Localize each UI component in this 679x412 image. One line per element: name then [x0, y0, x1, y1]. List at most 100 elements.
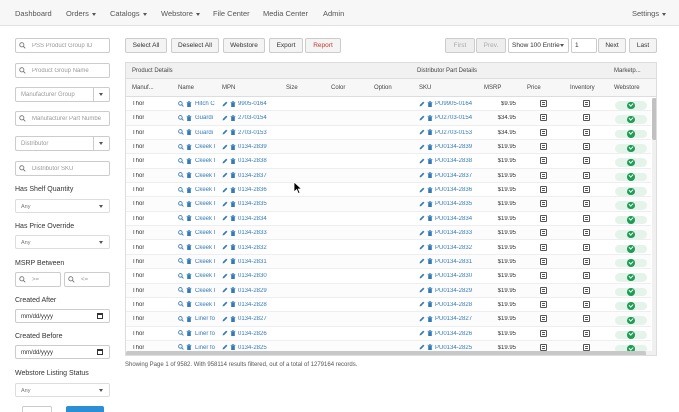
table-row[interactable]: Thor Ckeek I 0134-2828 PU0134-2828 $19.95 — [126, 298, 651, 313]
webstore-status-toggle[interactable] — [615, 187, 647, 196]
pencil-icon[interactable] — [419, 129, 425, 135]
pencil-icon[interactable] — [419, 244, 425, 250]
pencil-icon[interactable] — [222, 158, 228, 164]
calculator-icon[interactable] — [583, 214, 590, 222]
group-name-input[interactable]: Product Group Name — [15, 63, 110, 78]
calculator-icon[interactable] — [583, 286, 590, 294]
table-row[interactable]: Thor Ckeek I 0134-2832 PU0134-2832 $19.95 — [126, 241, 651, 255]
calculator-icon[interactable] — [540, 286, 547, 294]
distributor-sku-input[interactable]: Distributor SKU — [15, 161, 110, 176]
calculator-icon[interactable] — [540, 186, 547, 194]
calculator-icon[interactable] — [583, 157, 590, 165]
cell-sku[interactable]: PU0134-2836 — [435, 187, 472, 193]
trash-icon[interactable] — [230, 115, 236, 121]
export-button[interactable]: Export — [269, 38, 303, 53]
trash-icon[interactable] — [186, 244, 192, 250]
webstore-status-toggle[interactable] — [615, 244, 647, 253]
trash-icon[interactable] — [230, 215, 236, 222]
search-icon[interactable] — [178, 330, 184, 336]
search-icon[interactable] — [178, 215, 184, 222]
table-row[interactable]: Thor Ckeek I 0134-2835 PU0134-2835 $19.95 — [126, 197, 651, 212]
pencil-icon[interactable] — [222, 230, 228, 236]
nav-webstore[interactable]: Webstore — [161, 9, 200, 18]
calculator-icon[interactable] — [540, 128, 547, 136]
calculator-icon[interactable] — [540, 257, 547, 265]
trash-icon[interactable] — [427, 158, 433, 164]
webstore-status-toggle[interactable] — [615, 158, 647, 167]
cell-name[interactable]: Hitch C — [195, 101, 217, 107]
cell-name[interactable]: Ckeek I — [195, 259, 217, 265]
search-icon[interactable] — [178, 244, 184, 250]
col-inventory[interactable]: Inventory — [570, 85, 595, 91]
trash-icon[interactable] — [427, 215, 433, 222]
trash-icon[interactable] — [230, 100, 236, 107]
pencil-icon[interactable] — [419, 316, 425, 322]
search-icon[interactable] — [178, 100, 184, 107]
cell-mpn[interactable]: 0134-2837 — [238, 173, 267, 179]
next-page-button[interactable]: Next — [598, 38, 626, 53]
trash-icon[interactable] — [230, 172, 236, 179]
cell-sku[interactable]: PU0134-2833 — [435, 230, 472, 236]
trash-icon[interactable] — [427, 301, 433, 308]
nav-dashboard[interactable]: Dashboard — [15, 9, 52, 18]
calculator-icon[interactable] — [540, 329, 547, 337]
cell-name[interactable]: Ckeek I — [195, 158, 217, 164]
trash-icon[interactable] — [230, 186, 236, 193]
webstore-button[interactable]: Webstore — [223, 38, 265, 53]
pencil-icon[interactable] — [419, 201, 425, 207]
vertical-scrollbar[interactable] — [652, 98, 656, 353]
trash-icon[interactable] — [186, 215, 192, 222]
trash-icon[interactable] — [427, 186, 433, 193]
pencil-icon[interactable] — [222, 258, 228, 264]
pencil-icon[interactable] — [222, 144, 228, 150]
search-icon[interactable] — [178, 272, 184, 279]
pencil-icon[interactable] — [222, 115, 228, 121]
cell-name[interactable]: Ckeek I — [195, 173, 217, 179]
cell-name[interactable]: Ckeek I — [195, 288, 217, 294]
col-option[interactable]: Option — [374, 85, 392, 91]
distributor-select[interactable]: Distributor — [15, 136, 110, 151]
cell-mpn[interactable]: 0134-2839 — [238, 144, 267, 150]
cell-name[interactable]: Liner fo — [195, 331, 217, 337]
cell-name[interactable]: Ckeek I — [195, 245, 217, 251]
calculator-icon[interactable] — [583, 315, 590, 323]
trash-icon[interactable] — [427, 129, 433, 136]
calendar-icon[interactable] — [97, 349, 103, 355]
calculator-icon[interactable] — [540, 300, 547, 308]
calculator-icon[interactable] — [540, 272, 547, 280]
trash-icon[interactable] — [427, 229, 433, 236]
search-icon[interactable] — [178, 344, 184, 351]
cell-sku[interactable]: PU0134-2835 — [435, 201, 472, 207]
calculator-icon[interactable] — [540, 315, 547, 323]
cell-sku[interactable]: PU0134-2829 — [435, 288, 472, 294]
col-webstore[interactable]: Webstore — [614, 85, 640, 91]
trash-icon[interactable] — [186, 143, 192, 150]
manufacturer-part-input[interactable]: Manufacturer Part Numbe — [15, 111, 110, 126]
webstore-status-toggle[interactable] — [615, 172, 647, 182]
dropdown-toggle[interactable] — [93, 137, 109, 150]
trash-icon[interactable] — [186, 186, 192, 193]
trash-icon[interactable] — [186, 272, 192, 279]
calculator-icon[interactable] — [583, 229, 590, 237]
cell-mpn[interactable]: 0134-2834 — [238, 216, 267, 222]
calculator-icon[interactable] — [540, 214, 547, 222]
cell-sku[interactable]: PU0134-2834 — [435, 216, 472, 222]
calculator-icon[interactable] — [540, 143, 547, 151]
pencil-icon[interactable] — [222, 316, 228, 322]
calculator-icon[interactable] — [583, 329, 590, 337]
trash-icon[interactable] — [230, 129, 236, 136]
pencil-icon[interactable] — [222, 187, 228, 193]
search-icon[interactable] — [178, 143, 184, 150]
calculator-icon[interactable] — [540, 229, 547, 237]
search-icon[interactable] — [178, 186, 184, 193]
search-button[interactable] — [66, 406, 104, 412]
webstore-status-toggle[interactable] — [615, 287, 647, 297]
trash-icon[interactable] — [427, 258, 433, 265]
trash-icon[interactable] — [427, 344, 433, 351]
cell-mpn[interactable]: 0134-2828 — [238, 302, 267, 308]
cell-sku[interactable]: PU0134-2826 — [435, 331, 472, 337]
trash-icon[interactable] — [230, 272, 236, 279]
trash-icon[interactable] — [427, 172, 433, 179]
cell-sku[interactable]: PU0134-2831 — [435, 259, 472, 265]
pencil-icon[interactable] — [222, 244, 228, 250]
